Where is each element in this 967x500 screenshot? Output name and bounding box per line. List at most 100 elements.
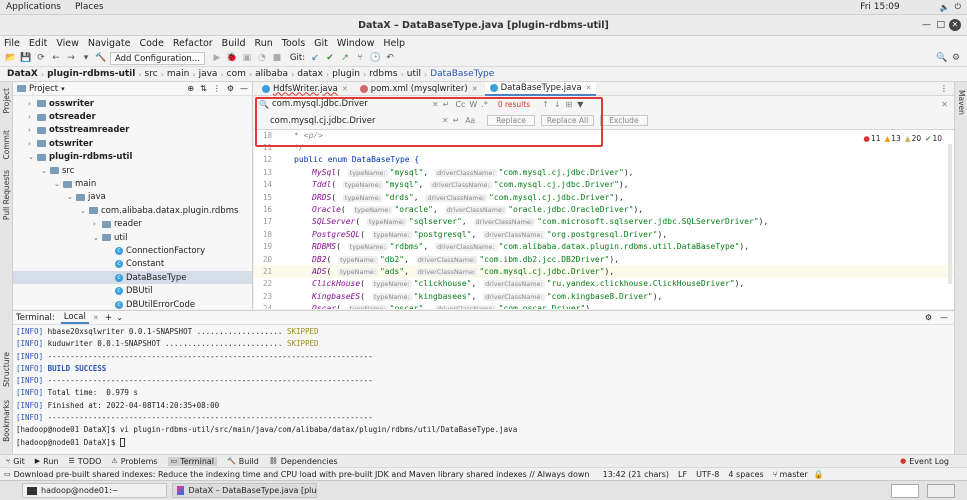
dropdown-icon[interactable]: ▾ xyxy=(80,52,92,64)
power-icon[interactable]: ⏻ xyxy=(955,2,961,12)
menu-run[interactable]: Run xyxy=(255,38,273,49)
terminal-output[interactable]: [INFO] hbase20xsqlwriter 0.0.1-SNAPSHOT … xyxy=(13,325,954,449)
tree-item[interactable]: ⌄ src xyxy=(13,164,252,177)
close-find-icon[interactable]: ✕ xyxy=(941,100,948,109)
network-icon[interactable]: 🔈 xyxy=(940,3,950,12)
menu-edit[interactable]: Edit xyxy=(29,38,47,49)
terminal-hide-icon[interactable]: — xyxy=(940,313,948,322)
chevron-right-icon[interactable]: › xyxy=(28,100,37,108)
places-menu[interactable]: Places xyxy=(75,2,104,12)
breadcrumb-item[interactable]: rdbms xyxy=(366,69,400,79)
editor-tab[interactable]: HdfsWriter.java ✕ xyxy=(257,82,353,96)
open-icon[interactable]: 📂 xyxy=(5,52,17,64)
chevron-down-icon[interactable]: ⌄ xyxy=(54,180,63,188)
profile-icon[interactable]: ◔ xyxy=(256,52,268,64)
terminal-tab-local[interactable]: Local xyxy=(60,312,89,324)
inspection-widget[interactable]: ● 11 ▲ 13 ▲ 20 ✔ 10 xyxy=(863,134,942,143)
close-icon[interactable]: ✕ xyxy=(949,19,961,31)
menu-tools[interactable]: Tools xyxy=(282,38,305,49)
indent-setting[interactable]: 4 spaces xyxy=(728,470,763,479)
menu-refactor[interactable]: Refactor xyxy=(173,38,213,49)
forward-icon[interactable]: → xyxy=(65,52,77,64)
coverage-icon[interactable]: ▣ xyxy=(241,52,253,64)
build-icon[interactable]: 🔨 xyxy=(95,52,107,64)
menu-code[interactable]: Code xyxy=(139,38,163,49)
toolwindow-build[interactable]: 🔨 Build xyxy=(227,457,259,466)
git-branch[interactable]: master xyxy=(780,470,808,479)
tree-item[interactable]: › otsreader xyxy=(13,110,252,123)
save-icon[interactable]: 💾 xyxy=(20,52,32,64)
chevron-down-icon[interactable]: ⌄ xyxy=(67,193,76,201)
workspace-switcher[interactable] xyxy=(891,483,919,498)
menu-build[interactable]: Build xyxy=(222,38,246,49)
editor-tab[interactable]: DataBaseType.java ✕ xyxy=(484,82,597,96)
tree-item[interactable]: › osswriter xyxy=(13,97,252,110)
lock-icon[interactable]: 🔒 xyxy=(814,470,824,479)
tree-item[interactable]: › otsstreamreader xyxy=(13,124,252,137)
editor-tab[interactable]: pom.xml (mysqlwriter) ✕ xyxy=(355,82,483,96)
tree-item[interactable]: ⌄ main xyxy=(13,177,252,190)
sync-icon[interactable]: ⟳ xyxy=(35,52,47,64)
structure-tool-tab[interactable]: Structure xyxy=(2,352,11,387)
tree-item[interactable]: ⌄ java xyxy=(13,191,252,204)
close-tab-icon[interactable]: ✕ xyxy=(93,314,99,322)
stop-icon[interactable]: ■ xyxy=(271,52,283,64)
toolwindow-dependencies[interactable]: ⛓ Dependencies xyxy=(269,457,338,466)
project-title[interactable]: Project xyxy=(29,84,58,94)
pull-requests-tool-tab[interactable]: Pull Requests xyxy=(2,170,11,220)
chevron-down-icon[interactable]: ▾ xyxy=(61,85,65,93)
chevron-down-icon[interactable]: ⌄ xyxy=(93,234,102,242)
toolwindow-git[interactable]: ⑂ Git xyxy=(6,457,25,466)
code-view[interactable]: 18 * <p/> 11 */12 public enum DataBaseType… xyxy=(254,129,954,309)
breadcrumb-item[interactable]: alibaba xyxy=(252,69,291,79)
git-update-icon[interactable]: ↙ xyxy=(309,52,321,64)
menu-help[interactable]: Help xyxy=(383,38,405,49)
new-terminal-icon[interactable]: + xyxy=(105,313,113,323)
breadcrumb-item[interactable]: DataBaseType xyxy=(427,69,497,79)
exclude-button[interactable]: Exclude xyxy=(600,115,648,126)
chevron-down-icon[interactable]: ⌄ xyxy=(28,153,37,161)
tree-item[interactable]: ⌄ util xyxy=(13,231,252,244)
add-configuration-button[interactable]: Add Configuration... xyxy=(110,51,205,65)
git-push-icon[interactable]: ↗ xyxy=(339,52,351,64)
search-everywhere-icon[interactable]: 🔍 xyxy=(936,52,948,64)
breadcrumb-item[interactable]: plugin-rdbms-util xyxy=(44,69,138,79)
git-commit-icon[interactable]: ✔ xyxy=(324,52,336,64)
tree-item[interactable]: ⌄ plugin-rdbms-util xyxy=(13,151,252,164)
breadcrumb-item[interactable]: util xyxy=(404,69,424,79)
run-icon[interactable]: ▶ xyxy=(211,52,223,64)
menu-window[interactable]: Window xyxy=(337,38,374,49)
menu-git[interactable]: Git xyxy=(314,38,328,49)
chevron-down-icon[interactable]: ⌄ xyxy=(80,207,89,215)
line-separator[interactable]: LF xyxy=(678,470,687,479)
gear-icon[interactable]: ⚙ xyxy=(227,84,234,93)
more-icon[interactable]: ⋮ xyxy=(213,84,221,93)
maximize-icon[interactable]: □ xyxy=(936,20,945,30)
project-tool-tab[interactable]: Project xyxy=(2,88,11,114)
tree-item[interactable]: › reader xyxy=(13,218,252,231)
editor-scrollbar[interactable] xyxy=(948,144,952,284)
breadcrumb-item[interactable]: src xyxy=(142,69,161,79)
breadcrumb-item[interactable]: datax xyxy=(294,69,326,79)
menu-view[interactable]: View xyxy=(56,38,79,49)
toolwindow-problems[interactable]: ⚠ Problems xyxy=(111,457,157,466)
collapse-icon[interactable]: ⇅ xyxy=(200,84,207,93)
workspace-switcher-2[interactable] xyxy=(927,483,955,498)
breadcrumb-item[interactable]: plugin xyxy=(329,69,363,79)
breadcrumb-item[interactable]: main xyxy=(164,69,193,79)
bookmarks-tool-tab[interactable]: Bookmarks xyxy=(2,400,11,442)
close-tab-icon[interactable]: ✕ xyxy=(342,85,348,93)
chevron-right-icon[interactable]: › xyxy=(93,220,102,228)
terminal-dropdown-icon[interactable]: ⌄ xyxy=(116,313,123,322)
breadcrumb-item[interactable]: com xyxy=(224,69,249,79)
terminal-gear-icon[interactable]: ⚙ xyxy=(925,313,932,322)
breadcrumb-item[interactable]: java xyxy=(196,69,221,79)
toolwindow-run[interactable]: ▶ Run xyxy=(35,457,59,466)
applications-menu[interactable]: Applications xyxy=(6,2,61,12)
git-branch-icon[interactable]: ⑂ xyxy=(354,52,366,64)
caret-position[interactable]: 13:42 (21 chars) xyxy=(603,470,669,479)
toolwindow-terminal[interactable]: ▭ Terminal xyxy=(167,456,218,466)
chevron-down-icon[interactable]: ⌄ xyxy=(41,167,50,175)
minimize-icon[interactable]: — xyxy=(922,20,931,30)
breadcrumb-item[interactable]: DataX xyxy=(4,69,41,79)
